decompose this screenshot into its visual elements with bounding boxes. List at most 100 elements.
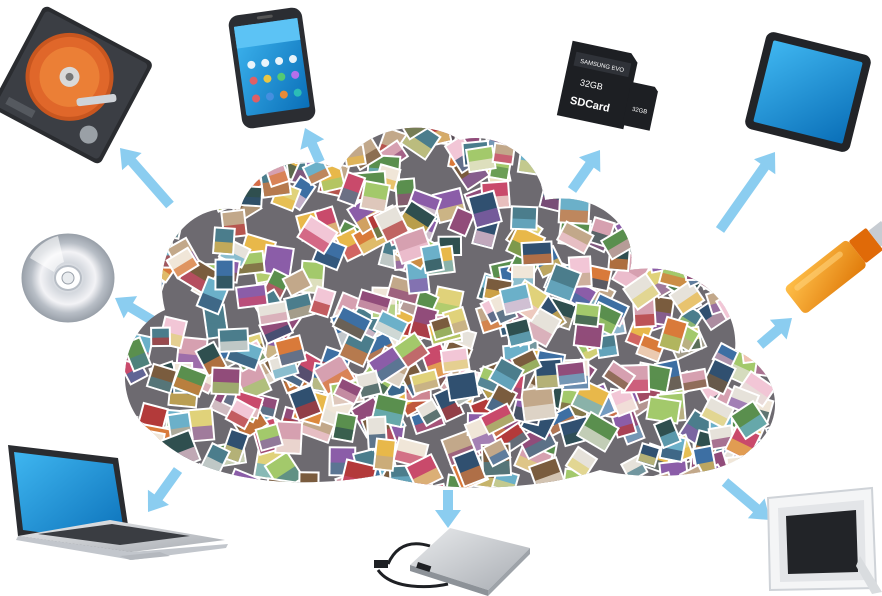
photo-tile xyxy=(690,146,725,184)
photo-tile xyxy=(439,346,471,374)
arrow-6 xyxy=(756,318,792,349)
photo-tile xyxy=(124,406,139,440)
photo-tile xyxy=(124,175,135,216)
photo-tile xyxy=(634,162,668,197)
photo-tile xyxy=(372,437,397,472)
photo-tile xyxy=(129,233,166,272)
photo-tile xyxy=(608,145,642,184)
photo-tile xyxy=(124,220,138,260)
photo-tile xyxy=(774,396,776,432)
photo-tile xyxy=(642,138,677,177)
photo-tile xyxy=(765,212,776,248)
photo-tile xyxy=(498,127,543,140)
usb-flash-drive-icon xyxy=(785,221,882,313)
photo-tile xyxy=(264,477,297,488)
photo-tile xyxy=(179,472,202,488)
photo-tile xyxy=(126,196,164,233)
photo-tile xyxy=(753,240,776,281)
photo-tile xyxy=(691,175,727,203)
photo-tile xyxy=(742,243,776,272)
photo-tile xyxy=(134,201,166,232)
photo-tile xyxy=(335,127,370,141)
photo-tile xyxy=(631,168,669,204)
photo-tile xyxy=(124,211,145,242)
photo-tile xyxy=(124,264,141,292)
photo-tile xyxy=(196,127,232,135)
photo-tile xyxy=(634,476,665,488)
photo-tile xyxy=(725,454,751,483)
photo-tile xyxy=(491,141,516,166)
photo-tile xyxy=(555,360,588,387)
photo-tile xyxy=(358,127,392,132)
photo-tile xyxy=(575,470,620,488)
photo-tile xyxy=(627,171,663,211)
photo-tile xyxy=(685,252,718,282)
photo-tile xyxy=(124,452,162,488)
photo-tile xyxy=(619,133,648,167)
photo-tile xyxy=(359,179,391,214)
photo-tile xyxy=(210,366,242,396)
photo-tile xyxy=(239,184,264,208)
photo-tile xyxy=(520,240,554,267)
photo-tile xyxy=(634,203,675,244)
photo-tile xyxy=(146,138,173,166)
cd-disc-icon xyxy=(21,233,115,323)
photo-tile xyxy=(136,245,164,278)
photo-tile xyxy=(326,127,364,138)
photo-tile xyxy=(712,236,755,279)
photo-tile xyxy=(713,127,746,133)
laptop-icon xyxy=(8,445,228,560)
photo-tile xyxy=(708,149,744,187)
photo-tile xyxy=(556,127,582,159)
photo-tile xyxy=(343,127,370,129)
arrow-3 xyxy=(567,150,601,193)
photo-tile xyxy=(726,252,756,275)
photo-tile xyxy=(678,127,716,130)
photo-tile xyxy=(726,271,760,303)
photo-tile xyxy=(691,181,729,222)
photo-tile xyxy=(354,127,393,133)
sd-card-icon: SAMSUNG EVO 32GB SDCard 32GB xyxy=(556,40,658,131)
photo-tile xyxy=(621,183,658,215)
photo-tile xyxy=(769,178,776,215)
arrow-2 xyxy=(300,128,325,164)
photo-tile xyxy=(168,168,207,206)
photo-tile xyxy=(169,130,200,162)
smartphone-icon xyxy=(228,7,316,129)
external-hdd-icon xyxy=(374,528,530,596)
photo-tile xyxy=(223,477,247,488)
photo-tile xyxy=(772,358,776,395)
photo-tile xyxy=(687,145,721,178)
photo-tile xyxy=(735,263,763,292)
photo-tile xyxy=(124,268,153,300)
photo-tile xyxy=(124,448,164,488)
photo-tile xyxy=(214,258,235,291)
photo-tile xyxy=(124,410,136,441)
photo-tile xyxy=(557,192,591,225)
photo-tile xyxy=(140,429,166,459)
photo-tile xyxy=(662,482,702,488)
photo-tile xyxy=(182,127,209,139)
photo-tile xyxy=(762,286,776,308)
photo-tile xyxy=(524,128,554,155)
photo-tile xyxy=(174,132,205,167)
photo-tile xyxy=(572,301,602,328)
photo-tile xyxy=(700,157,741,199)
photo-tile xyxy=(174,145,207,171)
photo-tile xyxy=(234,282,269,310)
photo-tile xyxy=(730,213,769,255)
photo-tile xyxy=(342,143,367,168)
hard-drive-icon xyxy=(0,6,152,164)
photo-tile xyxy=(516,143,542,176)
photo-tile xyxy=(329,488,352,510)
photo-tile xyxy=(136,127,159,143)
photo-tile xyxy=(666,202,697,232)
photo-tile xyxy=(129,438,165,469)
photo-tile xyxy=(763,171,776,207)
photo-tile xyxy=(154,127,182,141)
photo-tile xyxy=(615,127,652,161)
photo-tile xyxy=(655,210,691,248)
photo-tile xyxy=(668,127,695,159)
photo-tile xyxy=(445,370,481,402)
photo-tile xyxy=(298,471,320,488)
